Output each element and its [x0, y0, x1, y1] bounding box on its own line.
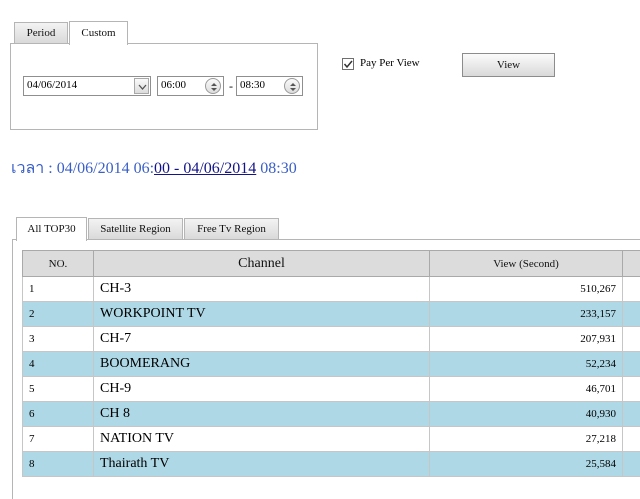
row-channel: BOOMERANG	[94, 352, 430, 377]
row-views: 510,267	[430, 277, 623, 302]
time-range-prefix: เวลา : 04/06/2014 06:	[11, 160, 154, 177]
row-no: 6	[23, 402, 94, 427]
row-extra	[623, 377, 640, 402]
view-button-label: View	[497, 59, 520, 71]
date-value: 04/06/2014	[27, 79, 77, 91]
end-time-spinner[interactable]: 08:30	[236, 76, 303, 96]
row-no: 5	[23, 377, 94, 402]
table-row[interactable]: 5 CH-9 46,701	[23, 377, 640, 402]
row-extra	[623, 402, 640, 427]
row-no: 2	[23, 302, 94, 327]
start-time-value: 06:00	[161, 79, 186, 91]
tab-satellite-region-label: Satellite Region	[100, 223, 171, 235]
row-views: 52,234	[430, 352, 623, 377]
row-no: 7	[23, 427, 94, 452]
row-extra	[623, 352, 640, 377]
header-extra	[623, 251, 640, 277]
row-extra	[623, 427, 640, 452]
time-range-link[interactable]: 00 - 04/06/2014	[154, 160, 256, 177]
checkmark-icon	[342, 58, 354, 70]
header-channel: Channel	[94, 251, 430, 277]
header-no: NO.	[23, 251, 94, 277]
view-button[interactable]: View	[462, 53, 555, 77]
spinner-icon[interactable]	[205, 78, 221, 94]
row-no: 3	[23, 327, 94, 352]
table-row[interactable]: 7 NATION TV 27,218	[23, 427, 640, 452]
pay-per-view-label: Pay Per View	[360, 57, 420, 69]
row-no: 1	[23, 277, 94, 302]
row-views: 40,930	[430, 402, 623, 427]
row-channel: WORKPOINT TV	[94, 302, 430, 327]
tab-period[interactable]: Period	[14, 22, 68, 44]
table-row[interactable]: 4 BOOMERANG 52,234	[23, 352, 640, 377]
row-channel: NATION TV	[94, 427, 430, 452]
top30-table: NO. Channel View (Second) 1 CH-3 510,267…	[22, 250, 640, 477]
tab-all-top30[interactable]: All TOP30	[16, 217, 87, 241]
header-views: View (Second)	[430, 251, 623, 277]
row-extra	[623, 302, 640, 327]
row-views: 233,157	[430, 302, 623, 327]
table-row[interactable]: 6 CH 8 40,930	[23, 402, 640, 427]
row-views: 46,701	[430, 377, 623, 402]
table-row[interactable]: 2 WORKPOINT TV 233,157	[23, 302, 640, 327]
time-range-heading: เวลา : 04/06/2014 06:00 - 04/06/2014 08:…	[11, 156, 297, 181]
date-dropdown[interactable]: 04/06/2014	[23, 76, 151, 96]
tab-free-tv-region-label: Free Tv Region	[197, 223, 266, 235]
row-channel: CH-3	[94, 277, 430, 302]
row-extra	[623, 452, 640, 477]
row-no: 4	[23, 352, 94, 377]
table-row[interactable]: 8 Thairath TV 25,584	[23, 452, 640, 477]
row-channel: CH 8	[94, 402, 430, 427]
start-time-spinner[interactable]: 06:00	[157, 76, 224, 96]
tab-satellite-region[interactable]: Satellite Region	[88, 218, 183, 240]
row-channel: CH-9	[94, 377, 430, 402]
spinner-icon[interactable]	[284, 78, 300, 94]
row-extra	[623, 327, 640, 352]
pay-per-view-checkbox[interactable]	[342, 58, 354, 70]
tab-all-top30-label: All TOP30	[27, 223, 75, 235]
row-extra	[623, 277, 640, 302]
table-row[interactable]: 1 CH-3 510,267	[23, 277, 640, 302]
row-views: 25,584	[430, 452, 623, 477]
chevron-down-icon[interactable]	[134, 78, 149, 94]
table-header-row: NO. Channel View (Second)	[23, 251, 640, 277]
end-time-value: 08:30	[240, 79, 265, 91]
row-views: 207,931	[430, 327, 623, 352]
time-range-suffix: 08:30	[256, 160, 296, 177]
tab-custom[interactable]: Custom	[69, 21, 128, 45]
row-views: 27,218	[430, 427, 623, 452]
tab-custom-label: Custom	[81, 27, 115, 39]
row-no: 8	[23, 452, 94, 477]
row-channel: CH-7	[94, 327, 430, 352]
row-channel: Thairath TV	[94, 452, 430, 477]
time-separator: -	[229, 79, 233, 94]
table-row[interactable]: 3 CH-7 207,931	[23, 327, 640, 352]
tab-period-label: Period	[27, 27, 56, 39]
tab-free-tv-region[interactable]: Free Tv Region	[184, 218, 279, 240]
